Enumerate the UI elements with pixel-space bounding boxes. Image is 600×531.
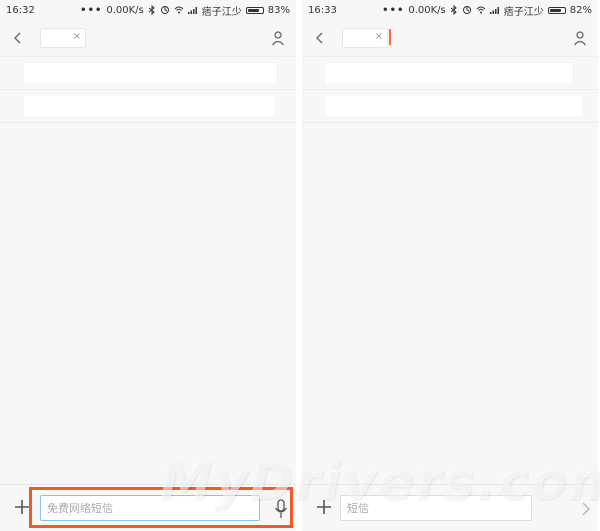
more-dots-icon: ••• (382, 4, 405, 16)
redacted-block (24, 63, 276, 83)
chevron-left-icon[interactable] (10, 30, 26, 46)
signal-icon (489, 6, 500, 14)
carrier-name: 痞子江少 (503, 6, 544, 18)
redacted-block (326, 63, 572, 83)
suggestion-row[interactable] (302, 56, 598, 90)
input-highlight-box (29, 487, 293, 528)
recipient-chip[interactable]: × (342, 28, 388, 48)
battery-fill (549, 8, 561, 12)
battery-percent: 82% (569, 4, 592, 16)
message-input-bar (302, 484, 598, 531)
status-bar: 16:32 ••• 0.00K/s 痞子江少 83% (0, 0, 296, 20)
suggestion-row[interactable] (0, 89, 296, 123)
status-bar: 16:33 ••• 0.00K/s 痞子江少 82% (302, 0, 598, 20)
send-arrow-icon[interactable] (580, 501, 592, 516)
right-phone-screen: 16:33 ••• 0.00K/s 痞子江少 82% × 短信 (302, 0, 598, 531)
suggestion-row[interactable] (0, 56, 296, 90)
more-dots-icon: ••• (80, 4, 103, 16)
close-icon[interactable]: × (375, 31, 383, 42)
sync-icon (160, 5, 170, 15)
wifi-icon (174, 6, 184, 14)
redacted-block (326, 96, 582, 116)
sync-icon (462, 5, 472, 15)
message-input[interactable] (340, 495, 532, 521)
contact-suggestions (0, 56, 296, 123)
redacted-block (24, 96, 274, 116)
signal-icon (187, 6, 198, 14)
contact-suggestions (302, 56, 598, 123)
network-speed: 0.00K/s (106, 4, 144, 16)
network-speed: 0.00K/s (408, 4, 446, 16)
bluetooth-icon (450, 5, 458, 15)
status-time: 16:32 (6, 4, 35, 16)
left-phone-screen: 16:32 ••• 0.00K/s 痞子江少 83% × 免费网络短信 (0, 0, 296, 531)
suggestion-row[interactable] (302, 89, 598, 123)
compose-toolbar: × (0, 20, 296, 56)
person-icon[interactable] (572, 30, 588, 46)
chevron-left-icon[interactable] (312, 30, 328, 46)
carrier-name: 痞子江少 (201, 6, 242, 18)
battery-icon (245, 6, 264, 14)
bluetooth-icon (148, 5, 156, 15)
plus-icon[interactable] (14, 499, 30, 515)
close-icon[interactable]: × (73, 31, 81, 42)
battery-percent: 83% (267, 4, 290, 16)
text-cursor (389, 29, 391, 45)
compose-toolbar: × (302, 20, 598, 56)
battery-icon (547, 6, 566, 14)
wifi-icon (476, 6, 486, 14)
status-time: 16:33 (308, 4, 337, 16)
person-icon[interactable] (270, 30, 286, 46)
plus-icon[interactable] (316, 499, 332, 515)
recipient-chip[interactable]: × (40, 28, 86, 48)
battery-fill (247, 8, 260, 12)
